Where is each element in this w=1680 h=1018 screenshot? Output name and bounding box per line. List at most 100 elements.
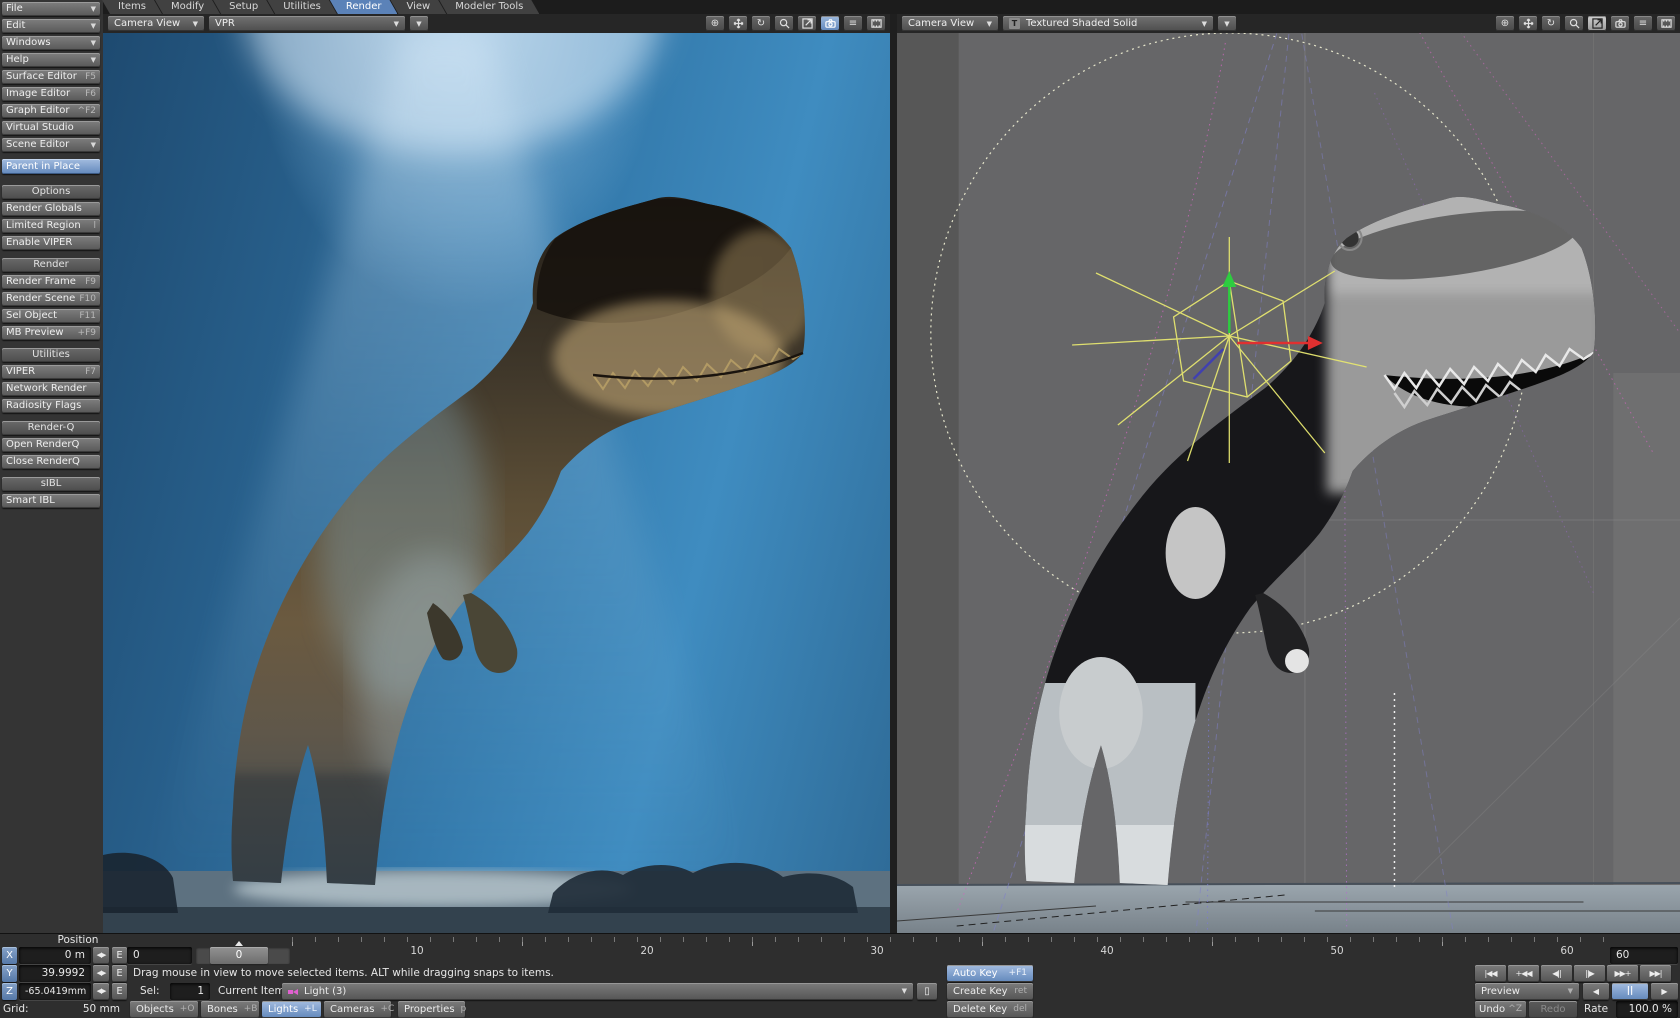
parent-in-place-button[interactable]: Parent in Place bbox=[2, 159, 100, 174]
x-envelope-button[interactable]: E bbox=[112, 947, 127, 964]
network-render-button[interactable]: Network Render bbox=[2, 382, 100, 396]
timeline-ruler[interactable]: 10 20 30 40 50 60 bbox=[292, 937, 1608, 961]
tab-modeler-tools[interactable]: Modeler Tools bbox=[439, 0, 539, 14]
rotate-tool-icon[interactable]: ↻ bbox=[1542, 16, 1560, 31]
x-axis-button[interactable]: X bbox=[2, 947, 17, 964]
z-spinner[interactable]: ◀▶ bbox=[93, 983, 109, 1000]
right-render-mode-dropdown[interactable]: TTextured Shaded Solid▼ bbox=[1003, 16, 1213, 31]
shortcut: F9 bbox=[85, 275, 96, 289]
right-view-type-dropdown[interactable]: Camera View▼ bbox=[902, 16, 998, 31]
move-tool-icon[interactable]: ⊕ bbox=[706, 16, 724, 31]
image-editor-button[interactable]: Image EditorF6 bbox=[2, 87, 100, 101]
left-viewport-vpr[interactable] bbox=[103, 33, 890, 933]
right-viewport-shaded[interactable] bbox=[897, 33, 1680, 933]
graph-editor-button[interactable]: Graph Editor^F2 bbox=[2, 104, 100, 118]
step-back-button[interactable]: ◀|| bbox=[1541, 965, 1572, 982]
sel-count-field[interactable]: 1 bbox=[170, 983, 210, 1000]
play-reverse-button[interactable]: ◀ bbox=[1583, 983, 1609, 1000]
radiosity-flags-button[interactable]: Radiosity Flags bbox=[2, 399, 100, 413]
render-scene-button[interactable]: Render SceneF10 bbox=[2, 292, 100, 306]
surface-editor-button[interactable]: Surface EditorF5 bbox=[2, 70, 100, 84]
y-value-field[interactable]: 39.9992 mm bbox=[19, 965, 91, 982]
sel-object-button[interactable]: Sel ObjectF11 bbox=[2, 309, 100, 323]
cameras-mode-button[interactable]: Cameras+C bbox=[324, 1001, 391, 1018]
rotate-tool-icon[interactable]: ↻ bbox=[752, 16, 770, 31]
zoom-tool-icon[interactable] bbox=[775, 16, 793, 31]
step-forward-button[interactable]: ||▶ bbox=[1574, 965, 1605, 982]
pan-tool-icon[interactable] bbox=[1519, 16, 1537, 31]
x-value-field[interactable]: 0 m bbox=[19, 947, 91, 964]
current-item-dropdown[interactable]: Light (3) ▼ bbox=[282, 983, 913, 1000]
menu-edit[interactable]: Edit▼ bbox=[2, 19, 100, 33]
z-value-field[interactable]: -65.0419mm bbox=[19, 983, 91, 1000]
pan-tool-icon[interactable] bbox=[729, 16, 747, 31]
render-globals-button[interactable]: Render Globals bbox=[2, 202, 100, 216]
chevron-down-icon: ▼ bbox=[91, 36, 96, 50]
camera-icon[interactable] bbox=[1611, 16, 1629, 31]
next-keyframe-button[interactable]: ▶▶+ bbox=[1607, 965, 1638, 982]
frame-slider-track[interactable]: 0 bbox=[196, 947, 290, 964]
y-axis-button[interactable]: Y bbox=[2, 965, 17, 982]
list-icon[interactable]: ≡ bbox=[1634, 16, 1652, 31]
tab-setup[interactable]: Setup bbox=[213, 0, 274, 14]
viper-button[interactable]: VIPERF7 bbox=[2, 365, 100, 379]
tab-items[interactable]: Items bbox=[102, 0, 162, 14]
objects-mode-button[interactable]: Objects+O bbox=[130, 1001, 198, 1018]
zoom-tool-icon[interactable] bbox=[1565, 16, 1583, 31]
tab-modify[interactable]: Modify bbox=[155, 0, 220, 14]
tab-view[interactable]: View bbox=[390, 0, 446, 14]
prev-keyframe-button[interactable]: +◀◀ bbox=[1508, 965, 1539, 982]
y-envelope-button[interactable]: E bbox=[112, 965, 127, 982]
smart-ibl-button[interactable]: Smart IBL bbox=[2, 494, 100, 508]
current-frame-field[interactable]: 0 bbox=[127, 947, 192, 964]
preview-dropdown[interactable]: Preview▼ bbox=[1475, 983, 1579, 1000]
tab-utilities[interactable]: Utilities bbox=[267, 0, 337, 14]
item-properties-toggle[interactable]: ▯ bbox=[917, 983, 937, 1000]
menu-windows[interactable]: Windows▼ bbox=[2, 36, 100, 50]
left-viewport-options-dropdown[interactable]: ▼ bbox=[410, 16, 428, 31]
render-frame-button[interactable]: Render FrameF9 bbox=[2, 275, 100, 289]
shortcut: F5 bbox=[85, 70, 96, 84]
undo-button[interactable]: Undo^Z bbox=[1475, 1001, 1526, 1018]
limited-region-button[interactable]: Limited Regionl bbox=[2, 219, 100, 233]
rate-value-field[interactable]: 100.0 % bbox=[1616, 1001, 1678, 1018]
chevron-down-icon: ▼ bbox=[91, 138, 96, 152]
button-label: Auto Key bbox=[953, 965, 998, 982]
menu-help[interactable]: Help▼ bbox=[2, 53, 100, 67]
left-render-mode-dropdown[interactable]: VPR▼ bbox=[209, 16, 405, 31]
properties-button[interactable]: Propertiesp bbox=[398, 1001, 465, 1018]
maximize-viewport-icon[interactable] bbox=[798, 16, 816, 31]
frame-slider-handle[interactable]: 0 bbox=[210, 947, 268, 964]
list-icon[interactable]: ≡ bbox=[844, 16, 862, 31]
create-key-button[interactable]: Create Keyret bbox=[947, 983, 1033, 1000]
go-to-start-button[interactable]: |◀◀ bbox=[1475, 965, 1506, 982]
lights-mode-button[interactable]: Lights+L bbox=[262, 1001, 321, 1018]
right-viewport-options-dropdown[interactable]: ▼ bbox=[1218, 16, 1236, 31]
camera-icon[interactable] bbox=[821, 16, 839, 31]
film-icon[interactable] bbox=[1657, 16, 1675, 31]
move-tool-icon[interactable]: ⊕ bbox=[1496, 16, 1514, 31]
z-envelope-button[interactable]: E bbox=[112, 983, 127, 1000]
open-renderq-button[interactable]: Open RenderQ bbox=[2, 438, 100, 452]
bones-mode-button[interactable]: Bones+B bbox=[201, 1001, 259, 1018]
film-icon[interactable] bbox=[867, 16, 885, 31]
z-axis-button[interactable]: Z bbox=[2, 983, 17, 1000]
pause-button[interactable]: || bbox=[1612, 983, 1648, 1000]
scene-editor-button[interactable]: Scene Editor▼ bbox=[2, 138, 100, 152]
delete-key-button[interactable]: Delete Keydel bbox=[947, 1001, 1033, 1018]
left-view-type-dropdown[interactable]: Camera View▼ bbox=[108, 16, 204, 31]
tab-render[interactable]: Render bbox=[330, 0, 398, 14]
y-spinner[interactable]: ◀▶ bbox=[93, 965, 109, 982]
menu-file[interactable]: File▼ bbox=[2, 2, 100, 16]
mb-preview-button[interactable]: MB Preview+F9 bbox=[2, 326, 100, 340]
go-to-end-button[interactable]: ▶▶| bbox=[1640, 965, 1671, 982]
end-frame-field[interactable]: 60 bbox=[1610, 947, 1678, 964]
close-renderq-button[interactable]: Close RenderQ bbox=[2, 455, 100, 469]
enable-viper-button[interactable]: Enable VIPER bbox=[2, 236, 100, 250]
virtual-studio-button[interactable]: Virtual Studio bbox=[2, 121, 100, 135]
redo-button[interactable]: Redo bbox=[1529, 1001, 1577, 1018]
play-button[interactable]: ▶ bbox=[1651, 983, 1678, 1000]
maximize-viewport-icon[interactable] bbox=[1588, 16, 1606, 31]
auto-key-button[interactable]: Auto Key+F1 bbox=[947, 965, 1033, 982]
x-spinner[interactable]: ◀▶ bbox=[93, 947, 109, 964]
